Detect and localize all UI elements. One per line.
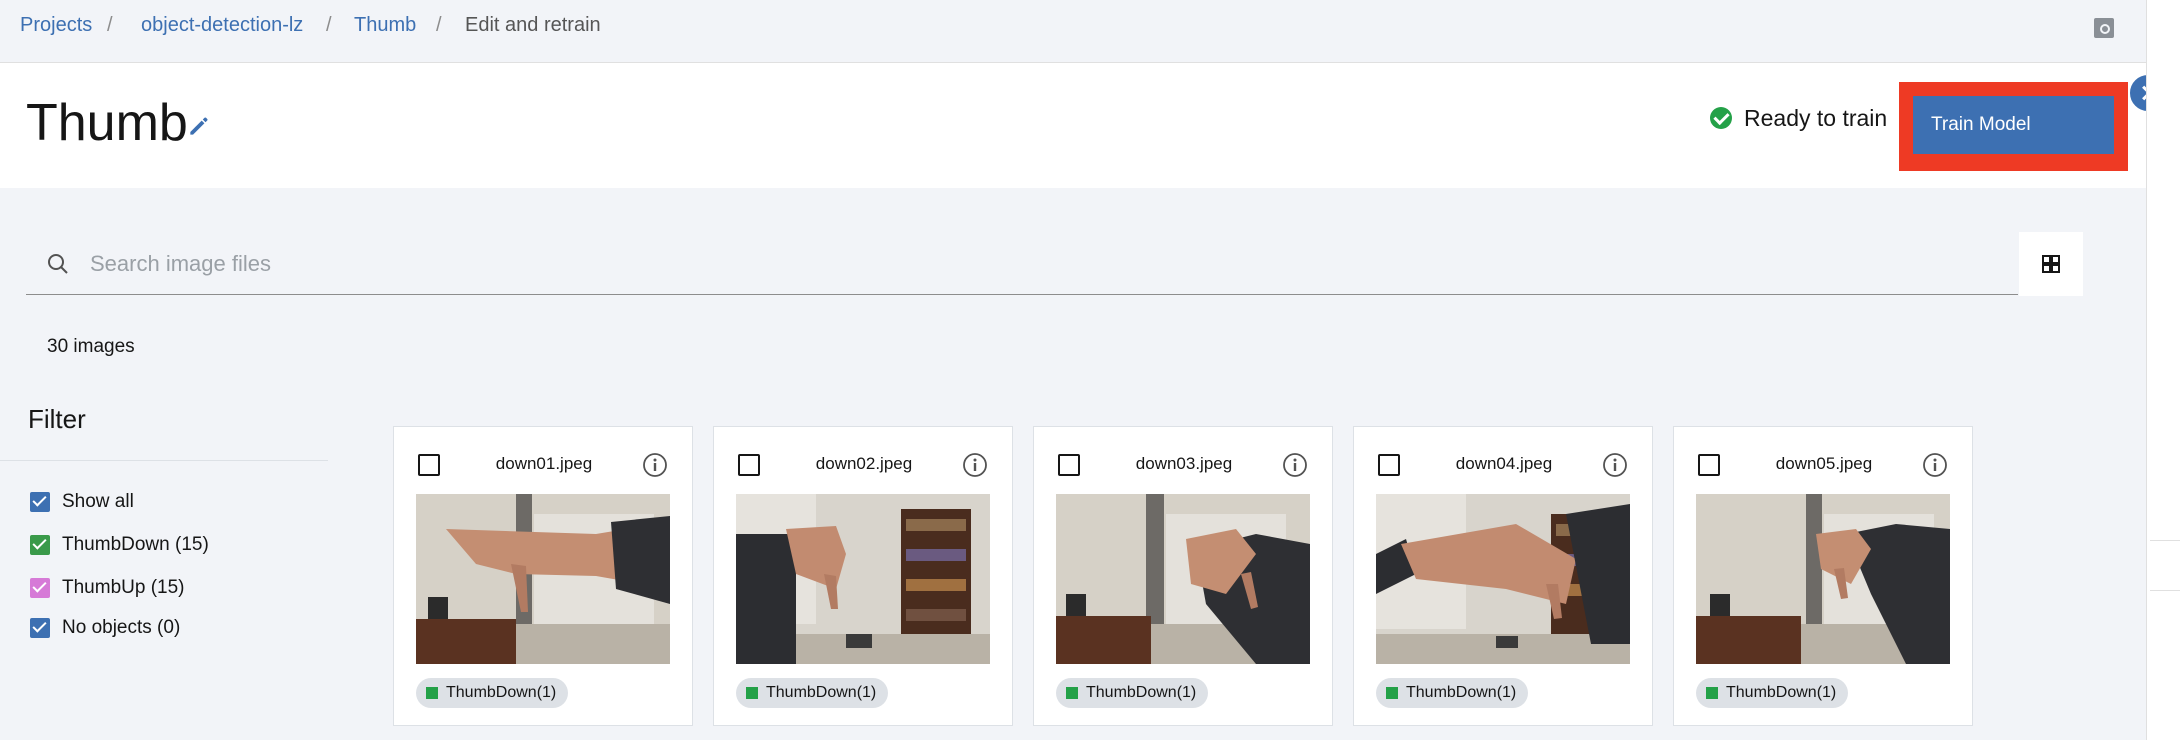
- label-tag: ThumbDown(1): [1376, 678, 1529, 708]
- settings-icon[interactable]: [2094, 18, 2114, 38]
- info-icon[interactable]: [962, 452, 988, 478]
- divider: [0, 460, 328, 461]
- breadcrumb-model-link[interactable]: Thumb: [354, 14, 416, 37]
- divider: [2150, 590, 2180, 591]
- tag-label: ThumbDown(1): [1086, 684, 1197, 701]
- search-bar: [26, 232, 2018, 295]
- tag-color-swatch: [1386, 687, 1398, 699]
- image-thumbnail[interactable]: [1376, 494, 1630, 664]
- tag-color-swatch: [426, 687, 438, 699]
- image-thumbnail[interactable]: [416, 494, 670, 664]
- label-tag: ThumbDown(1): [416, 678, 569, 708]
- info-icon[interactable]: [1602, 452, 1628, 478]
- label-tag: ThumbDown(1): [1056, 678, 1209, 708]
- breadcrumb-separator: /: [436, 14, 442, 36]
- tag-label: ThumbDown(1): [1726, 684, 1837, 701]
- image-card[interactable]: down05.jpeg ThumbDown(1): [1673, 426, 1973, 726]
- grid-icon: [2051, 255, 2060, 264]
- grid-icon: [2051, 264, 2060, 273]
- image-thumbnail[interactable]: [736, 494, 990, 664]
- tag-label: ThumbDown(1): [446, 684, 557, 701]
- checkbox-checked[interactable]: [30, 578, 50, 598]
- breadcrumb-projects-link[interactable]: Projects: [20, 14, 92, 37]
- filter-label: Show all: [62, 491, 134, 512]
- checkbox-checked[interactable]: [30, 492, 50, 512]
- search-icon: [48, 254, 68, 274]
- checkmark-circle-icon: [1710, 107, 1732, 129]
- info-icon[interactable]: [1282, 452, 1308, 478]
- tag-color-swatch: [1066, 687, 1078, 699]
- image-count: 30 images: [47, 336, 135, 357]
- page-header: Thumb Ready to train Train Model: [0, 63, 2146, 188]
- filter-item-show-all[interactable]: Show all: [30, 490, 134, 514]
- divider: [2150, 540, 2180, 541]
- filter-title: Filter: [28, 404, 86, 434]
- train-model-button[interactable]: Train Model: [1913, 96, 2114, 154]
- grid-icon: [2042, 264, 2051, 273]
- breadcrumb-project-link[interactable]: object-detection-lz: [141, 14, 303, 37]
- train-status: Ready to train: [1710, 103, 1887, 133]
- label-tag: ThumbDown(1): [736, 678, 889, 708]
- image-thumbnail[interactable]: [1696, 494, 1950, 664]
- info-icon[interactable]: [642, 452, 668, 478]
- filter-item-thumbdown[interactable]: ThumbDown (15): [30, 533, 209, 557]
- right-side-panel: [2146, 0, 2180, 740]
- breadcrumb-separator: /: [107, 14, 113, 36]
- breadcrumb-current: Edit and retrain: [465, 14, 601, 36]
- breadcrumb: Projects / object-detection-lz / Thumb /…: [0, 0, 2146, 63]
- filter-item-no-objects[interactable]: No objects (0): [30, 616, 180, 640]
- breadcrumb-separator: /: [326, 14, 332, 36]
- image-card[interactable]: down04.jpeg ThumbDown(1): [1353, 426, 1653, 726]
- info-icon[interactable]: [1922, 452, 1948, 478]
- filter-label: ThumbDown (15): [62, 534, 209, 555]
- image-card[interactable]: down03.jpeg ThumbDown(1): [1033, 426, 1333, 726]
- search-input[interactable]: [88, 244, 1992, 284]
- page-title: Thumb: [26, 94, 188, 152]
- grid-icon: [2042, 255, 2051, 264]
- checkbox-checked[interactable]: [30, 618, 50, 638]
- image-thumbnail[interactable]: [1056, 494, 1310, 664]
- label-tag: ThumbDown(1): [1696, 678, 1849, 708]
- filter-label: ThumbUp (15): [62, 577, 185, 598]
- image-card[interactable]: down01.jpeg ThumbDown(1): [393, 426, 693, 726]
- edit-pencil-icon[interactable]: [186, 113, 212, 139]
- tag-color-swatch: [746, 687, 758, 699]
- tag-label: ThumbDown(1): [1406, 684, 1517, 701]
- image-card[interactable]: down02.jpeg ThumbDown(1): [713, 426, 1013, 726]
- tag-label: ThumbDown(1): [766, 684, 877, 701]
- filter-item-thumbup[interactable]: ThumbUp (15): [30, 576, 185, 600]
- train-button-highlight: Train Model: [1899, 82, 2128, 171]
- filter-label: No objects (0): [62, 617, 181, 638]
- status-text: Ready to train: [1744, 104, 1888, 131]
- grid-view-toggle[interactable]: [2019, 232, 2083, 296]
- checkbox-checked[interactable]: [30, 535, 50, 555]
- tag-color-swatch: [1706, 687, 1718, 699]
